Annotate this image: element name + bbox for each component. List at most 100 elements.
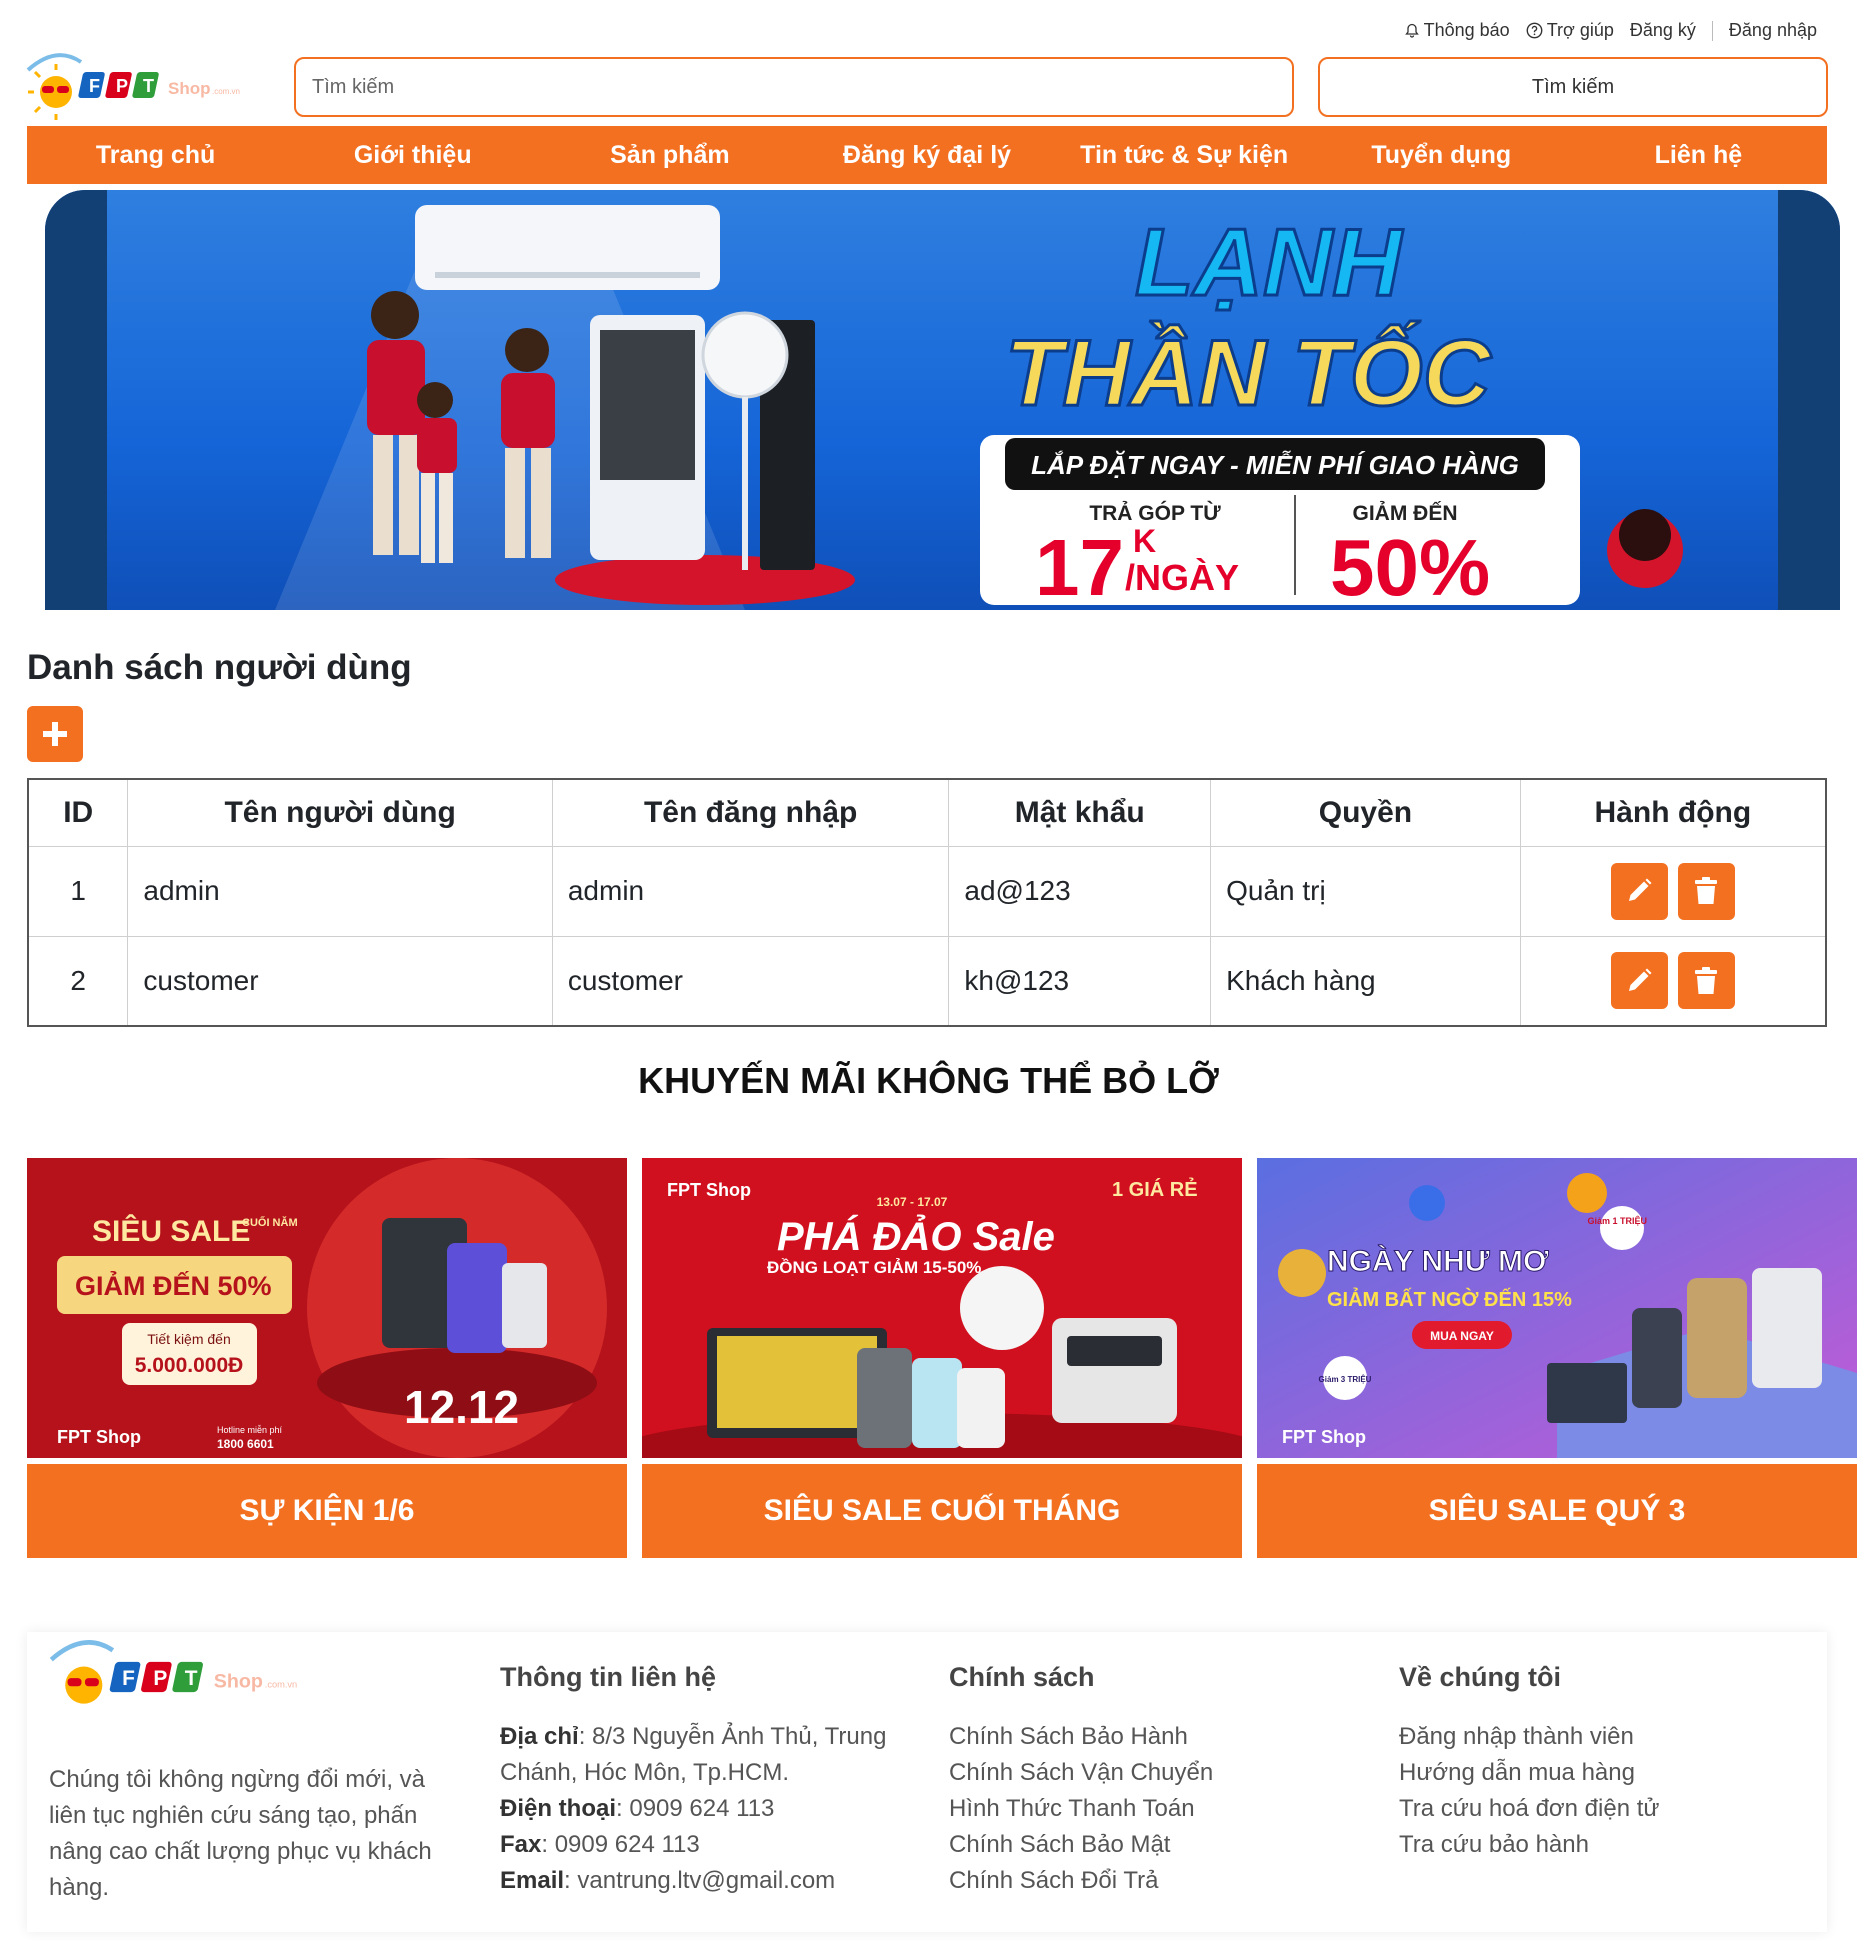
offer-2-value: 50%	[1330, 523, 1490, 610]
footer-policy-title: Chính sách	[949, 1662, 1095, 1692]
footer-policy-link[interactable]: Chính Sách Bảo Mật	[949, 1827, 1349, 1863]
cell-password: ad@123	[948, 845, 1212, 937]
edit-user-button[interactable]	[1610, 862, 1668, 920]
svg-text:Giảm 1 TRIỆU: Giảm 1 TRIỆU	[1587, 1215, 1647, 1226]
footer-policy-link[interactable]: Chính Sách Bảo Hành	[949, 1719, 1349, 1755]
footer-about-title: Về chúng tôi	[1399, 1662, 1561, 1692]
search-button[interactable]: Tìm kiếm	[1318, 57, 1828, 117]
promo-title: KHUYẾN MÃI KHÔNG THỂ BỎ LỠ	[638, 1060, 1219, 1101]
users-title: Danh sách người dùng	[27, 648, 412, 687]
cell-name: admin	[127, 845, 553, 937]
footer-address: Địa chỉ: 8/3 Nguyễn Ảnh Thủ, Trung Chánh…	[500, 1723, 887, 1786]
svg-text:ĐỒNG LOẠT GIẢM 15-50%: ĐỒNG LOẠT GIẢM 15-50%	[767, 1258, 981, 1277]
nav-about[interactable]: Giới thiệu	[284, 126, 541, 184]
plus-icon	[43, 722, 67, 746]
footer-about-link[interactable]: Hướng dẫn mua hàng	[1399, 1755, 1799, 1791]
footer-about-link[interactable]: Tra cứu hoá đơn điện tử	[1399, 1791, 1799, 1827]
offer-1-value: 17	[1035, 523, 1124, 610]
delete-user-button[interactable]	[1677, 952, 1735, 1010]
table-header-row: ID Tên người dùng Tên đăng nhập Mật khẩu…	[27, 778, 1827, 847]
svg-text:MUA NGAY: MUA NGAY	[1430, 1329, 1494, 1343]
add-user-button[interactable]	[27, 706, 83, 762]
promo-button-1[interactable]: SỰ KIỆN 1/6	[27, 1464, 627, 1558]
footer-about-link[interactable]: Đăng nhập thành viên	[1399, 1719, 1799, 1755]
header-role: Quyền	[1210, 778, 1521, 847]
cell-username: admin	[551, 845, 950, 937]
promo-image-2[interactable]: FPT Shop 13.07 - 17.07 1 GIÁ RẺ PHÁ ĐẢO …	[642, 1158, 1242, 1458]
svg-text:GIẢM BẤT NGỜ ĐẾN 15%: GIẢM BẤT NGỜ ĐẾN 15%	[1327, 1287, 1572, 1311]
svg-text:GIẢM ĐẾN 50%: GIẢM ĐẾN 50%	[75, 1269, 272, 1301]
offer-2-label: GIẢM ĐẾN	[1353, 502, 1458, 525]
svg-text:Tiết kiệm đến: Tiết kiệm đến	[147, 1331, 231, 1347]
nav-products[interactable]: Sản phẩm	[541, 126, 798, 184]
delete-user-button[interactable]	[1677, 862, 1735, 920]
svg-text:F: F	[89, 76, 100, 96]
banner-headline-1: LẠNH	[1135, 209, 1403, 316]
footer-policies: Chính sách Chính Sách Bảo Hành Chính Sác…	[949, 1662, 1349, 1899]
cell-role: Quản trị	[1210, 845, 1521, 937]
svg-text:FPT Shop: FPT Shop	[1282, 1427, 1366, 1447]
svg-text:1800 6601: 1800 6601	[217, 1437, 274, 1451]
nav-contact[interactable]: Liên hệ	[1570, 126, 1827, 184]
footer-logo[interactable]: F P T Shop .com.vn	[49, 1632, 339, 1722]
notifications-label: Thông báo	[1423, 20, 1510, 40]
nav-news-events[interactable]: Tin tức & Sự kiện	[1056, 126, 1313, 184]
svg-text:F: F	[122, 1667, 135, 1690]
footer-about-link[interactable]: Tra cứu bảo hành	[1399, 1827, 1799, 1863]
offer-1-unit-top: K	[1133, 523, 1156, 559]
banner-headline-2: THẦN TỐC	[1005, 320, 1492, 425]
svg-text:T: T	[185, 1667, 198, 1690]
pencil-icon	[1629, 968, 1652, 991]
nav-dealer-register[interactable]: Đăng ký đại lý	[798, 126, 1055, 184]
header-password: Mật khẩu	[948, 778, 1212, 847]
trash-icon	[1695, 877, 1718, 904]
help-link[interactable]: Trợ giúp	[1526, 20, 1614, 41]
header-id: ID	[27, 778, 129, 847]
notifications-link[interactable]: Thông báo	[1404, 20, 1510, 41]
svg-text:FPT Shop: FPT Shop	[57, 1427, 141, 1447]
cell-actions	[1519, 845, 1827, 937]
table-row: 2 customer customer kh@123 Khách hàng	[27, 935, 1827, 1027]
banner-artwork: LẠNH THẦN TỐC LẮP ĐẶT NGAY - MIỄN PHÍ GI…	[275, 205, 1683, 610]
footer-contact: Thông tin liên hệ Địa chỉ: 8/3 Nguyễn Ản…	[500, 1662, 920, 1899]
hero-banner[interactable]: LẠNH THẦN TỐC LẮP ĐẶT NGAY - MIỄN PHÍ GI…	[45, 190, 1840, 610]
nav-home[interactable]: Trang chủ	[27, 126, 284, 184]
footer-about-text: Chúng tôi không ngừng đổi mới, và liên t…	[49, 1766, 432, 1901]
search-input[interactable]	[294, 57, 1294, 117]
footer-policy-link[interactable]: Chính Sách Đổi Trả	[949, 1863, 1349, 1899]
header-actions: Hành động	[1519, 778, 1827, 847]
offer-1-unit: /NGÀY	[1125, 557, 1239, 598]
promo-button-2[interactable]: SIÊU SALE CUỐI THÁNG	[642, 1464, 1242, 1558]
header-username: Tên đăng nhập	[551, 778, 950, 847]
register-link[interactable]: Đăng ký	[1630, 20, 1696, 41]
fan-image	[701, 311, 789, 399]
svg-text:12.12: 12.12	[404, 1381, 519, 1433]
table-row: 1 admin admin ad@123 Quản trị	[27, 845, 1827, 937]
footer-policy-link[interactable]: Hình Thức Thanh Toán	[949, 1791, 1349, 1827]
edit-user-button[interactable]	[1610, 952, 1668, 1010]
svg-text:Shop: Shop	[214, 1670, 263, 1692]
footer-fax: Fax: 0909 624 113	[500, 1831, 700, 1858]
svg-text:SIÊU SALE: SIÊU SALE	[92, 1214, 250, 1248]
main-nav: Trang chủ Giới thiệu Sản phẩm Đăng ký đạ…	[27, 126, 1827, 184]
fpt-shop-logo[interactable]: F P T Shop .com.vn	[26, 50, 276, 120]
offer-1-label: TRẢ GÓP TỪ	[1089, 501, 1221, 525]
cell-id: 1	[27, 845, 129, 937]
login-link[interactable]: Đăng nhập	[1729, 20, 1817, 41]
top-links: Thông báo Trợ giúp Đăng ký Đăng nhập	[1388, 20, 1817, 41]
nav-careers[interactable]: Tuyển dụng	[1313, 126, 1570, 184]
svg-text:P: P	[153, 1667, 167, 1690]
footer-policy-link[interactable]: Chính Sách Vận Chuyển	[949, 1755, 1349, 1791]
cell-name: customer	[127, 935, 553, 1027]
promo-image-1[interactable]: SIÊU SALE CUỐI NĂM GIẢM ĐẾN 50% Tiết kiệ…	[27, 1158, 627, 1458]
svg-text:.com.vn: .com.vn	[265, 1679, 297, 1689]
cell-password: kh@123	[948, 935, 1212, 1027]
link-divider	[1711, 20, 1713, 41]
bell-icon	[1404, 23, 1419, 38]
svg-text:P: P	[116, 76, 128, 96]
svg-text:T: T	[143, 76, 154, 96]
svg-text:PHÁ ĐẢO Sale: PHÁ ĐẢO Sale	[777, 1213, 1055, 1259]
promo-button-3[interactable]: SIÊU SALE QUÝ 3	[1257, 1464, 1857, 1558]
promo-image-3[interactable]: Giảm 1 TRIỆU NGÀY NHƯ MƠ GIẢM BẤT NGỜ ĐẾ…	[1257, 1158, 1857, 1458]
pencil-icon	[1629, 878, 1652, 901]
